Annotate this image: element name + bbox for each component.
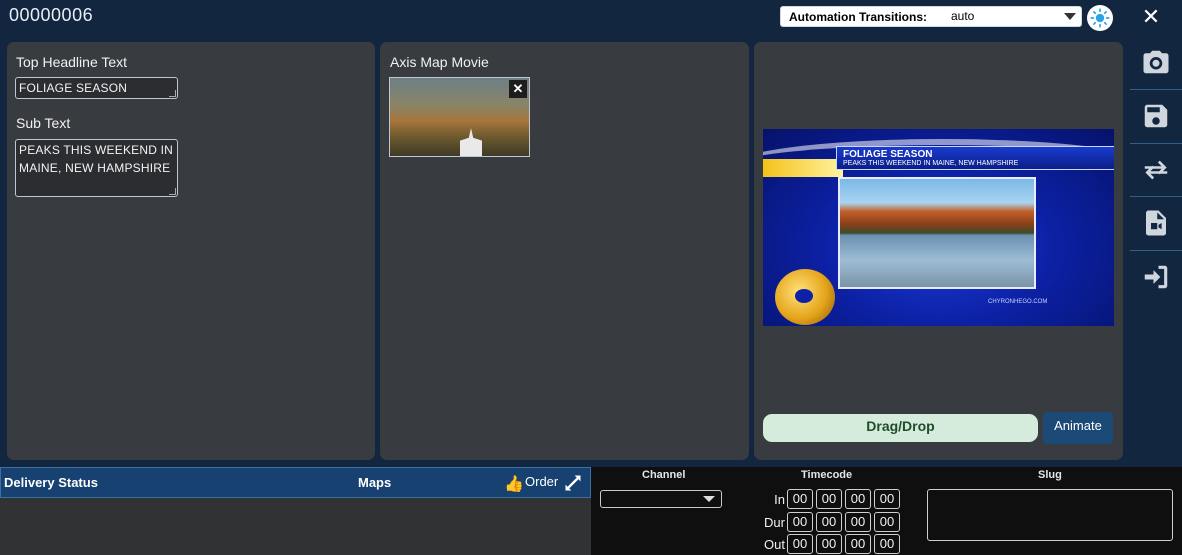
sun-icon xyxy=(1090,8,1110,28)
delivery-header: Delivery Status Maps 👍 Order xyxy=(0,467,591,498)
animate-button[interactable]: Animate xyxy=(1043,412,1113,444)
playout-area: Channel Timecode Slug In 00 00 00 00 Dur… xyxy=(591,467,1182,555)
channel-select[interactable] xyxy=(600,490,722,508)
sign-in-button[interactable] xyxy=(1130,250,1182,302)
out-hours[interactable]: 00 xyxy=(787,534,813,554)
preview-subline: PEAKS THIS WEEKEND IN MAINE, NEW HAMPSHI… xyxy=(843,160,1019,167)
movie-thumbnail[interactable]: ✕ xyxy=(389,77,530,157)
slug-input[interactable] xyxy=(927,489,1173,541)
dur-hours[interactable]: 00 xyxy=(787,512,813,532)
camera-button[interactable] xyxy=(1130,36,1182,88)
preview-headline: FOLIAGE SEASON xyxy=(843,149,933,160)
theme-toggle-button[interactable] xyxy=(1087,5,1113,31)
sign-in-icon xyxy=(1144,265,1168,288)
close-icon[interactable]: ✕ xyxy=(1140,6,1162,28)
graphic-preview: FOLIAGE SEASON PEAKS THIS WEEKEND IN MAI… xyxy=(763,129,1114,326)
in-hours[interactable]: 00 xyxy=(787,489,813,509)
headline-label: Top Headline Text xyxy=(16,54,128,70)
app-root: 00000006 Automation Transitions: auto ✕ xyxy=(0,0,1182,555)
swap-button[interactable] xyxy=(1130,143,1182,195)
preview-photo xyxy=(838,177,1036,289)
out-minutes[interactable]: 00 xyxy=(816,534,842,554)
preview-url: CHYRONHEGO.COM xyxy=(988,299,1048,305)
dur-label: Dur xyxy=(764,515,785,530)
in-label: In xyxy=(774,492,785,507)
subtext-label: Sub Text xyxy=(16,115,71,131)
order-button[interactable]: Order xyxy=(525,474,558,489)
maps-label: Maps xyxy=(358,475,392,490)
expand-icon[interactable] xyxy=(563,473,583,493)
automation-transitions-select[interactable]: Automation Transitions: auto xyxy=(780,6,1082,27)
save-icon xyxy=(1144,104,1168,127)
delivery-status-label: Delivery Status xyxy=(4,475,98,490)
subtext-value: PEAKS THIS WEEKEND IN MAINE, NEW HAMPSHI… xyxy=(19,143,174,175)
dur-frames[interactable]: 00 xyxy=(874,512,900,532)
preview-panel: FOLIAGE SEASON PEAKS THIS WEEKEND IN MAI… xyxy=(754,42,1123,460)
channel-label: Channel xyxy=(642,469,686,481)
preview-headline-box: FOLIAGE SEASON PEAKS THIS WEEKEND IN MAI… xyxy=(836,146,1114,170)
document-id: 00000006 xyxy=(9,5,94,25)
dur-seconds[interactable]: 00 xyxy=(845,512,871,532)
dur-minutes[interactable]: 00 xyxy=(816,512,842,532)
resize-handle[interactable] xyxy=(169,188,176,195)
chevron-down-icon xyxy=(1064,13,1076,20)
text-fields-panel: Top Headline Text FOLIAGE SEASON Sub Tex… xyxy=(7,42,375,460)
subtext-input[interactable]: PEAKS THIS WEEKEND IN MAINE, NEW HAMPSHI… xyxy=(15,139,178,197)
resize-handle[interactable] xyxy=(169,90,176,97)
slug-label: Slug xyxy=(1038,469,1062,481)
video-file-button[interactable] xyxy=(1130,196,1182,248)
chevron-down-icon xyxy=(703,496,715,502)
out-seconds[interactable]: 00 xyxy=(845,534,871,554)
remove-thumbnail-button[interactable]: ✕ xyxy=(509,80,527,98)
timecode-label: Timecode xyxy=(801,469,853,481)
save-button[interactable] xyxy=(1130,89,1182,141)
camera-icon xyxy=(1143,50,1169,74)
preview-logo-coin xyxy=(775,269,835,325)
in-frames[interactable]: 00 xyxy=(874,489,900,509)
swap-icon xyxy=(1144,160,1168,179)
drag-drop-zone[interactable]: Drag/Drop xyxy=(763,414,1038,442)
headline-input[interactable]: FOLIAGE SEASON xyxy=(15,77,178,99)
headline-value: FOLIAGE SEASON xyxy=(19,81,128,95)
automation-transitions-label: Automation Transitions: xyxy=(789,10,927,24)
media-panel: Axis Map Movie ✕ xyxy=(380,42,749,460)
in-seconds[interactable]: 00 xyxy=(845,489,871,509)
axis-map-movie-label: Axis Map Movie xyxy=(390,54,489,70)
out-frames[interactable]: 00 xyxy=(874,534,900,554)
in-minutes[interactable]: 00 xyxy=(816,489,842,509)
top-bar: 00000006 Automation Transitions: auto xyxy=(0,0,1127,36)
thumbs-up-icon[interactable]: 👍 xyxy=(504,474,524,494)
video-file-icon xyxy=(1146,210,1166,235)
preview-gold-bar xyxy=(763,159,843,177)
out-label: Out xyxy=(764,537,785,552)
automation-transitions-value: auto xyxy=(951,9,975,23)
